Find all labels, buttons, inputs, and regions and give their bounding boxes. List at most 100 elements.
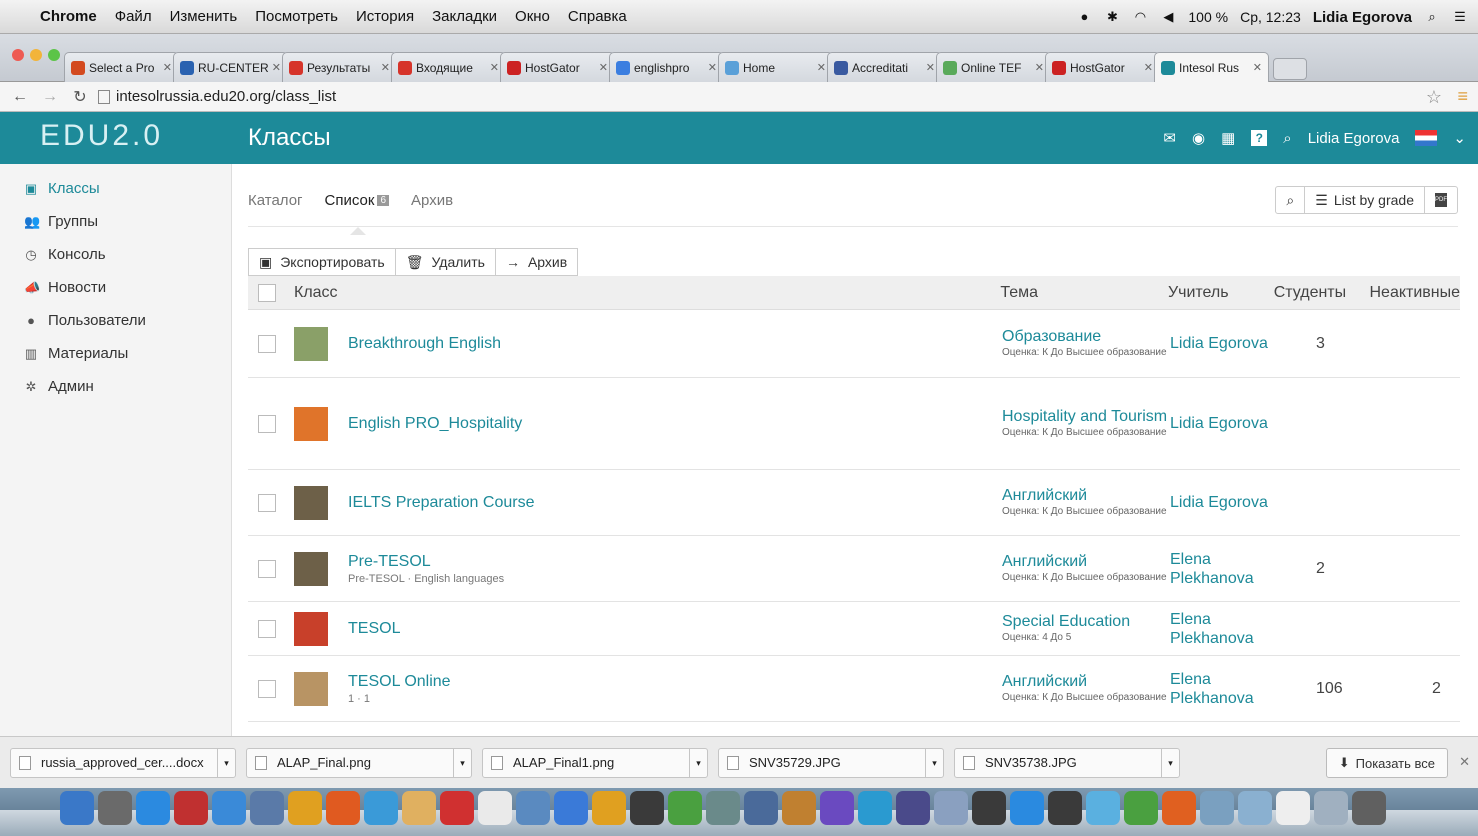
- teacher-link[interactable]: Lidia Egorova: [1170, 414, 1276, 433]
- menubar-user[interactable]: Lidia Egorova: [1313, 9, 1412, 26]
- topic-link[interactable]: Special Education: [1002, 613, 1170, 631]
- battery-indicator[interactable]: 100 %: [1188, 9, 1228, 25]
- dock-app-icon[interactable]: [1010, 791, 1044, 825]
- menu-bookmarks[interactable]: Закладки: [432, 8, 497, 25]
- dock-app-icon[interactable]: [896, 791, 930, 825]
- close-tab-icon[interactable]: ✕: [1144, 61, 1153, 74]
- clock[interactable]: Ср, 12:23: [1240, 9, 1301, 25]
- list-by-grade-button[interactable]: ☰ List by grade: [1305, 187, 1425, 213]
- broadcast-icon[interactable]: ◉: [1192, 129, 1205, 147]
- chevron-down-icon[interactable]: ⌄: [1453, 129, 1466, 147]
- browser-tab[interactable]: Результаты ✕: [282, 52, 397, 82]
- topic-link[interactable]: Английский: [1002, 673, 1170, 691]
- class-name-link[interactable]: TESOL Online: [348, 673, 451, 691]
- dock-app-icon[interactable]: [1162, 791, 1196, 825]
- download-item[interactable]: SNV35729.JPG ▾: [718, 747, 944, 778]
- tab-archive[interactable]: Архив: [411, 192, 453, 209]
- browser-tab[interactable]: HostGator ✕: [500, 52, 615, 82]
- delete-button[interactable]: 🗑 Удалить: [396, 249, 496, 275]
- browser-tab[interactable]: Home ✕: [718, 52, 833, 82]
- dock-app-icon[interactable]: [1124, 791, 1158, 825]
- dock-app-icon[interactable]: [1086, 791, 1120, 825]
- close-tab-icon[interactable]: ✕: [708, 61, 717, 74]
- chevron-down-icon[interactable]: ▾: [453, 748, 471, 777]
- dock-app-icon[interactable]: [364, 791, 398, 825]
- mail-icon[interactable]: ✉: [1163, 129, 1176, 147]
- header-students[interactable]: Студенты: [1274, 284, 1370, 302]
- dock-app-icon[interactable]: [668, 791, 702, 825]
- spotlight-icon[interactable]: ⌕: [1424, 9, 1440, 25]
- search-button[interactable]: ⌕: [1276, 187, 1306, 213]
- row-checkbox[interactable]: [258, 619, 276, 638]
- close-icon[interactable]: ✕: [1459, 754, 1470, 770]
- sidebar-item[interactable]: ✲ Админ: [0, 370, 231, 403]
- menu-window[interactable]: Окно: [515, 8, 550, 25]
- sidebar-item[interactable]: ◷ Консоль: [0, 238, 231, 271]
- export-button[interactable]: ▣ Экспортировать: [249, 249, 396, 275]
- dock-app-icon[interactable]: [858, 791, 892, 825]
- chevron-down-icon[interactable]: ▾: [925, 748, 943, 777]
- dock-app-icon[interactable]: [136, 791, 170, 825]
- dock-app-icon[interactable]: [592, 791, 626, 825]
- status-icon[interactable]: ●: [1076, 9, 1092, 25]
- menu-app-name[interactable]: Chrome: [40, 8, 97, 25]
- dock-app-icon[interactable]: [744, 791, 778, 825]
- zoom-window-button[interactable]: [48, 49, 60, 61]
- row-checkbox[interactable]: [258, 679, 276, 698]
- back-arrow-icon[interactable]: ←: [10, 88, 30, 106]
- dock-app-icon[interactable]: [630, 791, 664, 825]
- browser-tab[interactable]: Входящие ✕: [391, 52, 506, 82]
- dock-app-icon[interactable]: [1276, 791, 1310, 825]
- sidebar-item[interactable]: ▣ Классы: [0, 172, 231, 205]
- show-all-downloads-button[interactable]: ⬇ Показать все: [1325, 748, 1448, 778]
- header-inactive[interactable]: Неактивные: [1369, 284, 1460, 302]
- dock-app-icon[interactable]: [972, 791, 1006, 825]
- calendar-icon[interactable]: ▦: [1221, 129, 1235, 147]
- dock-app-icon[interactable]: [554, 791, 588, 825]
- menu-help[interactable]: Справка: [568, 8, 627, 25]
- browser-tab[interactable]: Select a Pro ✕: [64, 52, 179, 82]
- teacher-link[interactable]: Lidia Egorova: [1170, 493, 1276, 512]
- browser-tab[interactable]: Accreditati ✕: [827, 52, 942, 82]
- pdf-button[interactable]: PDF: [1425, 187, 1457, 213]
- menu-view[interactable]: Посмотреть: [255, 8, 338, 25]
- row-checkbox[interactable]: [258, 559, 276, 578]
- topic-link[interactable]: Hospitality and Tourism: [1002, 408, 1170, 426]
- minimize-window-button[interactable]: [30, 49, 42, 61]
- dock-app-icon[interactable]: [1314, 791, 1348, 825]
- close-tab-icon[interactable]: ✕: [490, 61, 499, 74]
- avatar[interactable]: [1415, 130, 1438, 146]
- tab-catalog[interactable]: Каталог: [248, 192, 303, 209]
- close-tab-icon[interactable]: ✕: [1253, 61, 1262, 74]
- teacher-link[interactable]: Elena Plekhanova: [1170, 610, 1276, 648]
- help-icon[interactable]: ?: [1251, 130, 1268, 146]
- topic-link[interactable]: Английский: [1002, 553, 1170, 571]
- browser-tab[interactable]: englishpro ✕: [609, 52, 724, 82]
- dock-app-icon[interactable]: [326, 791, 360, 825]
- close-tab-icon[interactable]: ✕: [381, 61, 390, 74]
- wifi-icon[interactable]: ◠: [1132, 9, 1148, 25]
- browser-tab[interactable]: Intesol Rus ✕: [1154, 52, 1269, 82]
- download-item[interactable]: ALAP_Final1.png ▾: [482, 747, 708, 778]
- sidebar-item[interactable]: 👥 Группы: [0, 205, 231, 238]
- sidebar-item[interactable]: ● Пользователи: [0, 304, 231, 337]
- teacher-link[interactable]: Elena Plekhanova: [1170, 550, 1276, 588]
- class-name-link[interactable]: Breakthrough English: [348, 335, 501, 353]
- menu-file[interactable]: Файл: [115, 8, 152, 25]
- class-name-link[interactable]: IELTS Preparation Course: [348, 494, 534, 512]
- dock-app-icon[interactable]: [516, 791, 550, 825]
- bookmark-star-icon[interactable]: ☆: [1426, 87, 1442, 108]
- dock-app-icon[interactable]: [1048, 791, 1082, 825]
- chevron-down-icon[interactable]: ▾: [689, 748, 707, 777]
- menu-edit[interactable]: Изменить: [170, 8, 238, 25]
- edu20-logo[interactable]: EDU2.0: [40, 119, 163, 153]
- class-name-link[interactable]: TESOL: [348, 620, 400, 638]
- browser-tab[interactable]: HostGator ✕: [1045, 52, 1160, 82]
- dock-app-icon[interactable]: [440, 791, 474, 825]
- row-checkbox[interactable]: [258, 414, 276, 433]
- download-item[interactable]: russia_approved_cer....docx ▾: [10, 747, 236, 778]
- url-field[interactable]: intesolrussia.edu20.org/class_list: [98, 88, 336, 105]
- new-tab-button[interactable]: [1273, 58, 1307, 80]
- tab-list[interactable]: Список 6: [325, 192, 390, 235]
- class-thumbnail[interactable]: [294, 406, 328, 441]
